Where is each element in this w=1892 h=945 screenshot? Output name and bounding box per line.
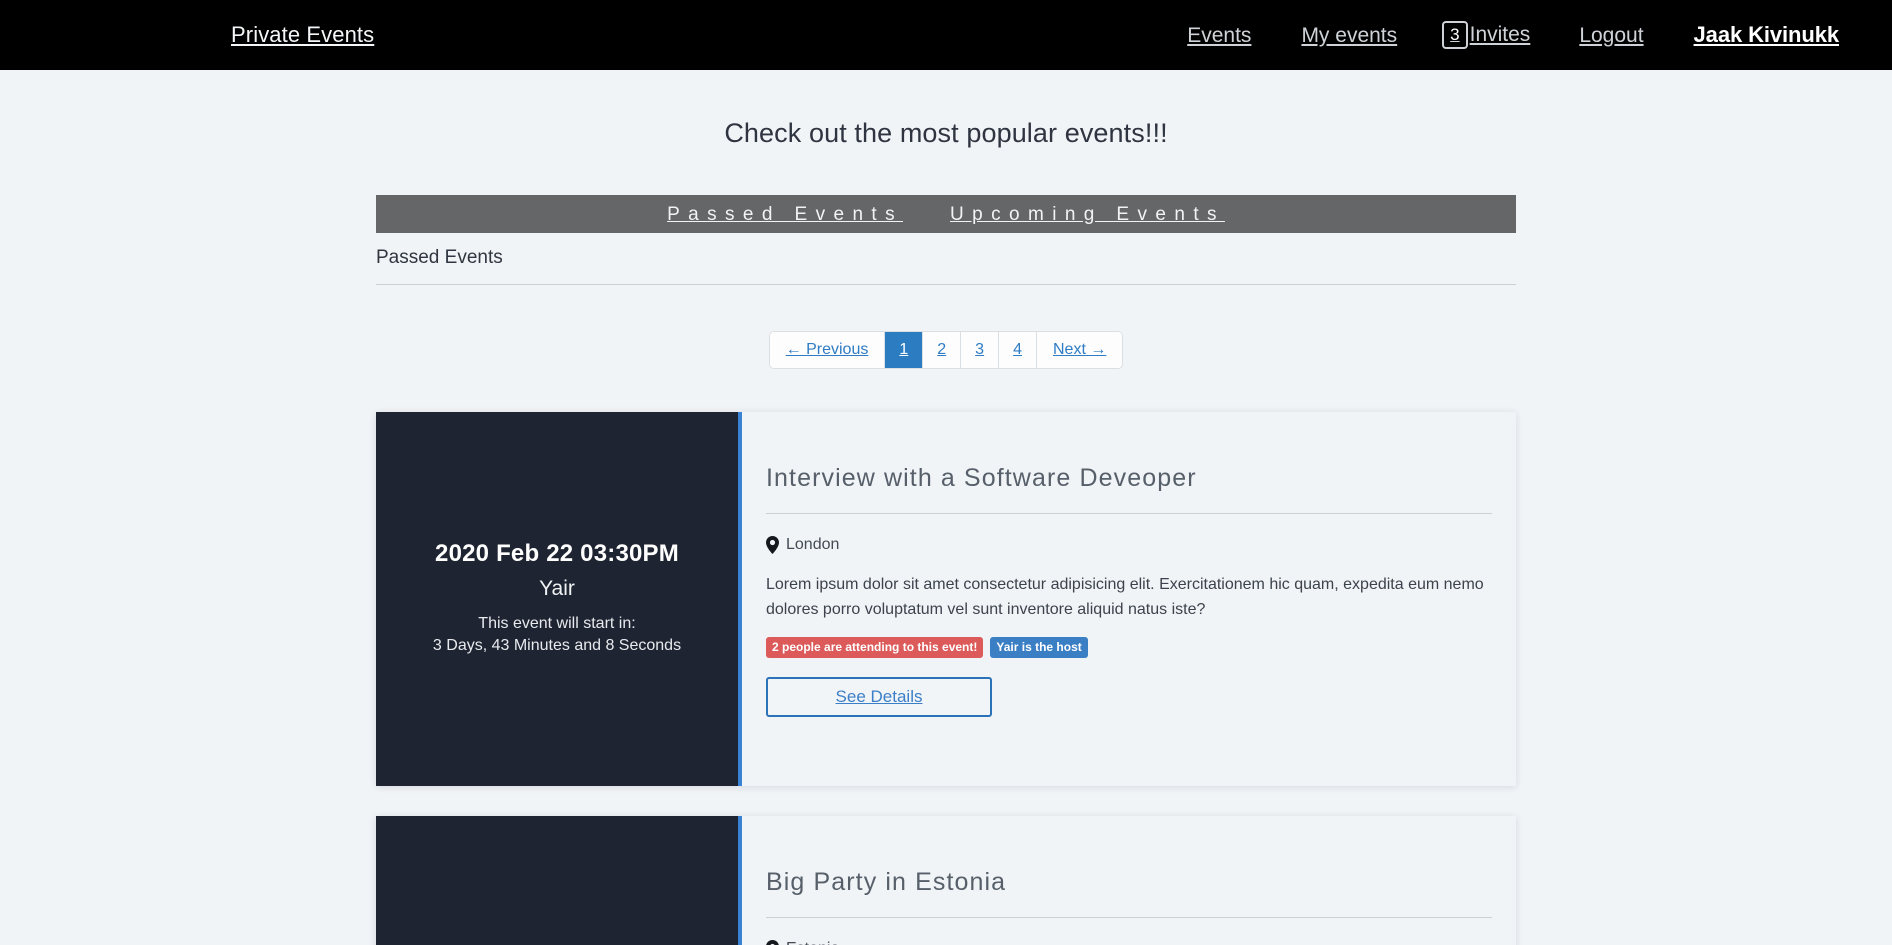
nav-link-invites[interactable]: 3 Invites [1422, 21, 1554, 49]
pagination: ← Previous 1 2 3 4 Next → [769, 332, 1123, 368]
event-countdown-label: This event will start in: [478, 614, 636, 632]
badge-host: Yair is the host [990, 636, 1088, 658]
pagination-next[interactable]: Next → [1036, 332, 1123, 368]
pagination-page-3[interactable]: 3 [961, 332, 1000, 368]
event-card-list: 2020 Feb 22 03:30PM Yair This event will… [376, 368, 1516, 945]
event-countdown-value: 3 Days, 43 Minutes and 8 Seconds [432, 636, 682, 654]
nav-current-user[interactable]: Jaak Kivinukk [1669, 22, 1840, 48]
section-title: Passed Events [376, 247, 503, 268]
navbar-links: Events My events 3 Invites Logout Jaak K… [1162, 21, 1839, 49]
event-title-divider [766, 917, 1492, 918]
event-title: Interview with a Software Deveoper [766, 464, 1197, 492]
map-pin-icon [766, 536, 779, 554]
tab-upcoming-events[interactable]: Upcoming Events [950, 205, 1225, 224]
event-location-text: Estonia [786, 941, 839, 945]
content-container: Passed Events Upcoming Events Passed Eve… [376, 195, 1516, 945]
pagination-wrapper: ← Previous 1 2 3 4 Next → [376, 285, 1516, 368]
page-title: Check out the most popular events!!! [724, 118, 1168, 148]
event-date: 2020 Feb 22 03:30PM [435, 539, 679, 567]
event-card: Big Party in Estonia Estonia [376, 816, 1516, 945]
event-host-name: Yair [539, 576, 575, 600]
nav-link-events[interactable]: Events [1162, 25, 1276, 46]
invites-label: Invites [1469, 23, 1531, 46]
event-card: 2020 Feb 22 03:30PM Yair This event will… [376, 412, 1516, 786]
page-body: Check out the most popular events!!! Pas… [0, 70, 1892, 945]
map-pin-icon [766, 940, 779, 945]
navbar: Private Events Events My events 3 Invite… [0, 0, 1892, 70]
event-title: Big Party in Estonia [766, 868, 1007, 896]
event-badges: 2 people are attending to this event! Ya… [766, 636, 1492, 677]
events-tab-bar: Passed Events Upcoming Events [376, 195, 1516, 233]
invites-count-badge: 3 [1442, 21, 1468, 49]
nav-link-logout[interactable]: Logout [1554, 25, 1668, 46]
pagination-page-1[interactable]: 1 [885, 332, 924, 368]
event-card-content: Interview with a Software Deveoper Londo… [742, 412, 1516, 786]
badge-attendees: 2 people are attending to this event! [766, 636, 984, 658]
event-card-content: Big Party in Estonia Estonia [742, 816, 1516, 945]
brand-logo[interactable]: Private Events [231, 24, 374, 46]
nav-link-my-events[interactable]: My events [1276, 25, 1422, 46]
pagination-previous[interactable]: ← Previous [769, 332, 886, 368]
event-location: London [766, 536, 1492, 572]
section-header: Passed Events [376, 233, 1516, 285]
pagination-page-4[interactable]: 4 [999, 332, 1037, 368]
see-details-button[interactable]: See Details [766, 676, 992, 717]
event-description: Lorem ipsum dolor sit amet consectetur a… [766, 576, 1484, 619]
event-location: Estonia [766, 940, 1492, 945]
tab-passed-events[interactable]: Passed Events [667, 205, 903, 224]
pagination-page-2[interactable]: 2 [923, 332, 962, 368]
event-card-date-panel [376, 816, 742, 945]
event-card-date-panel: 2020 Feb 22 03:30PM Yair This event will… [376, 412, 742, 786]
event-title-divider [766, 513, 1492, 514]
event-location-text: London [786, 536, 840, 553]
